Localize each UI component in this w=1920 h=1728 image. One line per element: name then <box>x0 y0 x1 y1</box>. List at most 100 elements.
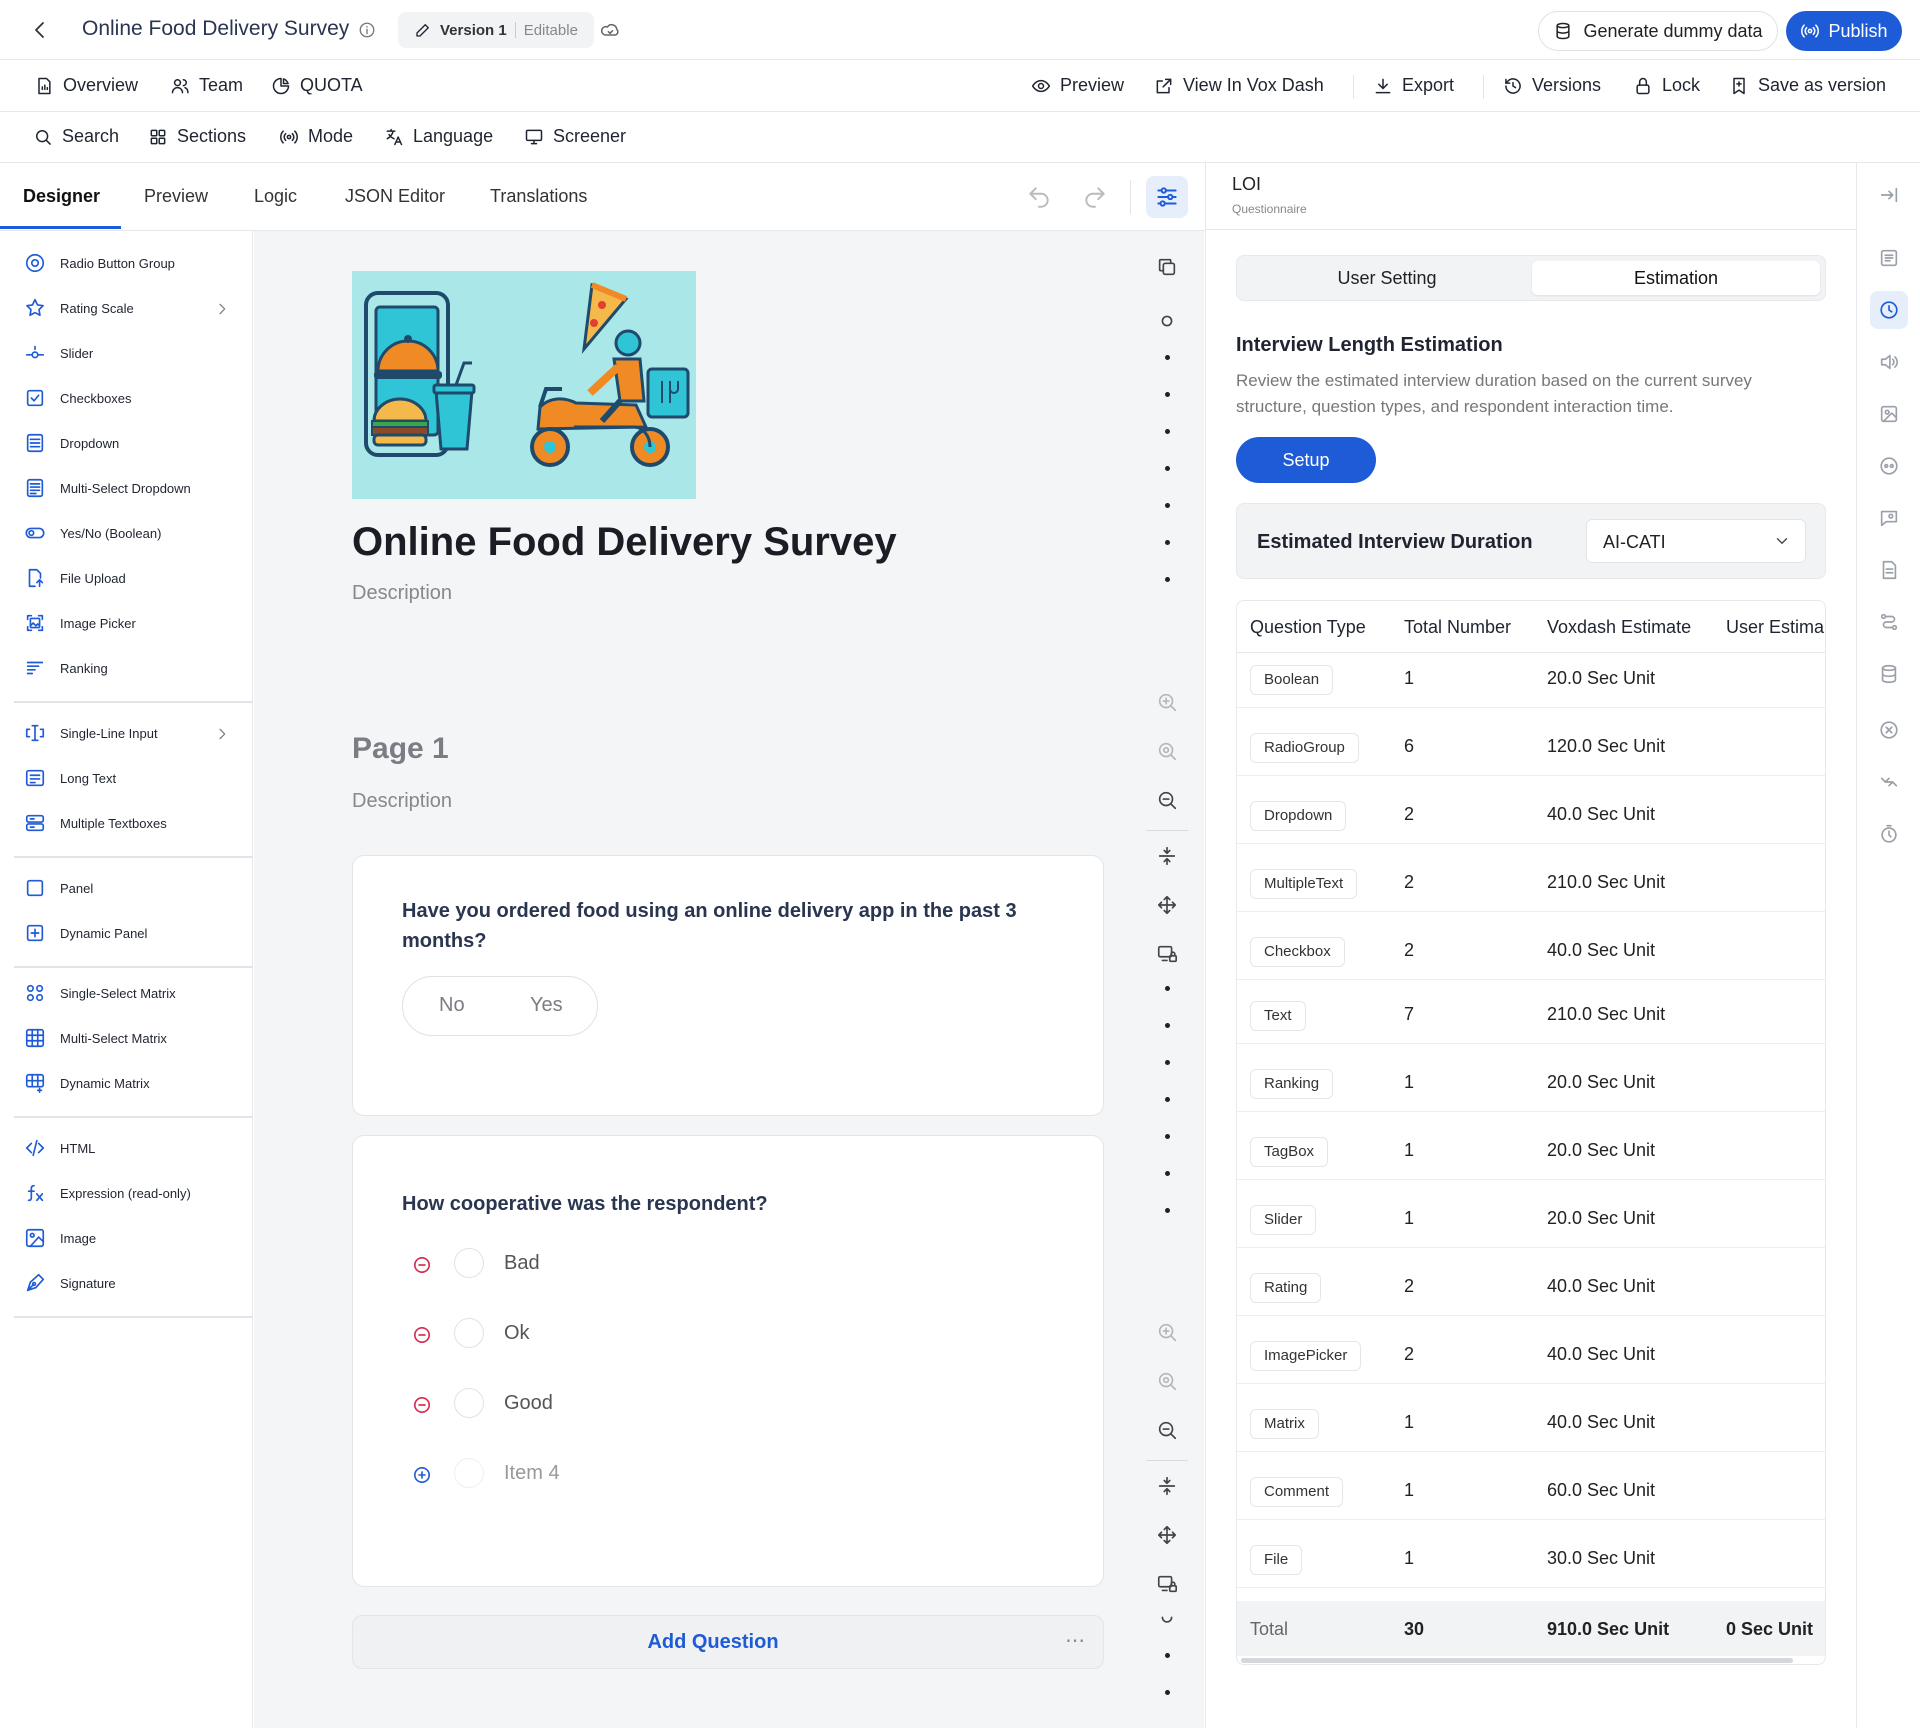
nav-overview[interactable]: Overview <box>34 75 138 96</box>
settings-toggle-button[interactable] <box>1146 176 1188 218</box>
move-icon[interactable] <box>1156 1524 1178 1546</box>
tool-rating-scale[interactable]: Rating Scale <box>24 297 134 319</box>
boolean-yes-option[interactable]: Yes <box>530 994 563 1017</box>
generate-dummy-data-button[interactable]: Generate dummy data <box>1538 11 1778 51</box>
tool-file-upload[interactable]: File Upload <box>24 567 126 589</box>
zoom-out-icon[interactable] <box>1156 789 1178 811</box>
tab-logic[interactable]: Logic <box>254 186 297 207</box>
device-lock-icon[interactable] <box>1156 943 1178 965</box>
cancel-circle-icon[interactable] <box>1878 719 1900 741</box>
tool-expression[interactable]: Expression (read-only) <box>24 1182 191 1204</box>
tab-preview[interactable]: Preview <box>144 186 208 207</box>
radio-button[interactable] <box>454 1318 484 1348</box>
add-question-button[interactable]: Add Question ⋯ <box>352 1615 1104 1669</box>
tool-checkboxes[interactable]: Checkboxes <box>24 387 132 409</box>
move-icon[interactable] <box>1156 894 1178 916</box>
nav-versions[interactable]: Versions <box>1503 75 1601 96</box>
toolbar-sections[interactable]: Sections <box>148 126 246 147</box>
horizontal-scrollbar[interactable] <box>1241 1658 1793 1663</box>
rail-dot[interactable] <box>1165 1023 1170 1028</box>
page-description[interactable]: Description <box>352 790 452 813</box>
new-choice-label[interactable]: Item 4 <box>504 1462 560 1485</box>
survey-description[interactable]: Description <box>352 582 452 605</box>
nav-save-as-version[interactable]: Save as version <box>1729 75 1886 96</box>
toolbar-search[interactable]: Search <box>33 126 119 147</box>
rail-dot[interactable] <box>1165 1097 1170 1102</box>
tool-radio-button-group[interactable]: Radio Button Group <box>24 252 175 274</box>
rail-dot[interactable] <box>1165 577 1170 582</box>
collapse-panel-icon[interactable] <box>1878 184 1900 206</box>
tool-html[interactable]: HTML <box>24 1137 95 1159</box>
tool-multiple-textboxes[interactable]: Multiple Textboxes <box>24 812 167 834</box>
circle-icon[interactable] <box>1156 1610 1178 1632</box>
survey-title[interactable]: Online Food Delivery Survey <box>352 520 897 565</box>
segment-estimation[interactable]: Estimation <box>1532 261 1820 295</box>
document-icon[interactable] <box>1878 559 1900 581</box>
duration-mode-select[interactable]: AI-CATI <box>1586 519 1806 563</box>
publish-button[interactable]: Publish <box>1786 11 1902 51</box>
cloud-sync-icon[interactable] <box>600 20 620 40</box>
chevron-right-icon[interactable] <box>214 726 230 742</box>
nav-view-in-vox-dash[interactable]: View In Vox Dash <box>1154 75 1324 96</box>
zoom-out-icon[interactable] <box>1156 1419 1178 1441</box>
remove-choice-icon[interactable] <box>413 1326 431 1344</box>
redo-icon[interactable] <box>1082 184 1108 210</box>
rail-dot[interactable] <box>1165 1134 1170 1139</box>
tool-multi-select-dropdown[interactable]: Multi-Select Dropdown <box>24 477 191 499</box>
device-lock-icon[interactable] <box>1156 1573 1178 1595</box>
zoom-fit-icon[interactable] <box>1156 1370 1178 1392</box>
rail-dot[interactable] <box>1165 1653 1170 1658</box>
copy-icon[interactable] <box>1156 256 1178 278</box>
tool-single-select-matrix[interactable]: Single-Select Matrix <box>24 982 176 1004</box>
version-badge[interactable]: Version 1 Editable <box>398 12 594 48</box>
rail-dot[interactable] <box>1165 429 1170 434</box>
page-title[interactable]: Page 1 <box>352 732 449 766</box>
collapse-icon[interactable] <box>1156 1475 1178 1497</box>
question-card-boolean[interactable]: Have you ordered food using an online de… <box>352 855 1104 1116</box>
tool-panel[interactable]: Panel <box>24 877 93 899</box>
nav-team[interactable]: Team <box>170 75 243 96</box>
tool-signature[interactable]: Signature <box>24 1272 116 1294</box>
timer-icon[interactable] <box>1878 823 1900 845</box>
rail-dot[interactable] <box>1165 1060 1170 1065</box>
database-icon[interactable] <box>1878 663 1900 685</box>
question-title[interactable]: Have you ordered food using an online de… <box>402 896 1042 956</box>
rail-dot[interactable] <box>1165 986 1170 991</box>
question-card-radiogroup[interactable]: How cooperative was the respondent? Bad … <box>352 1135 1104 1587</box>
nav-quota[interactable]: QUOTA <box>271 75 363 96</box>
remove-choice-icon[interactable] <box>413 1256 431 1274</box>
setup-button[interactable]: Setup <box>1236 437 1376 483</box>
tab-json-editor[interactable]: JSON Editor <box>345 186 445 207</box>
choice-label[interactable]: Ok <box>504 1322 530 1345</box>
tool-dropdown[interactable]: Dropdown <box>24 432 119 454</box>
tool-ranking[interactable]: Ranking <box>24 657 108 679</box>
circle-icon[interactable] <box>1156 310 1178 332</box>
info-icon[interactable] <box>358 21 376 39</box>
undo-icon[interactable] <box>1026 184 1052 210</box>
route-icon[interactable] <box>1878 611 1900 633</box>
survey-logo-image[interactable] <box>352 271 696 499</box>
rail-dot[interactable] <box>1165 466 1170 471</box>
question-title[interactable]: How cooperative was the respondent? <box>402 1189 1042 1219</box>
nav-lock[interactable]: Lock <box>1633 75 1700 96</box>
rail-dot[interactable] <box>1165 503 1170 508</box>
nav-preview[interactable]: Preview <box>1031 75 1124 96</box>
more-options-icon[interactable]: ⋯ <box>1065 1628 1086 1653</box>
back-arrow-icon[interactable] <box>28 18 52 42</box>
image-settings-icon[interactable] <box>1878 403 1900 425</box>
theme-icon[interactable] <box>1878 455 1900 477</box>
tool-long-text[interactable]: Long Text <box>24 767 116 789</box>
tool-single-line-input[interactable]: Single-Line Input <box>24 722 158 744</box>
rail-dot[interactable] <box>1165 392 1170 397</box>
list-panel-icon[interactable] <box>1878 247 1900 269</box>
settings-chat-icon[interactable] <box>1878 507 1900 529</box>
rail-dot[interactable] <box>1165 355 1170 360</box>
rail-dot[interactable] <box>1165 1171 1170 1176</box>
add-choice-icon[interactable] <box>413 1466 431 1484</box>
tool-slider[interactable]: Slider <box>24 342 93 364</box>
radio-button[interactable] <box>454 1458 484 1488</box>
zoom-in-icon[interactable] <box>1156 1321 1178 1343</box>
tool-image-picker[interactable]: Image Picker <box>24 612 136 634</box>
tool-image[interactable]: Image <box>24 1227 96 1249</box>
segment-user-setting[interactable]: User Setting <box>1237 268 1537 289</box>
